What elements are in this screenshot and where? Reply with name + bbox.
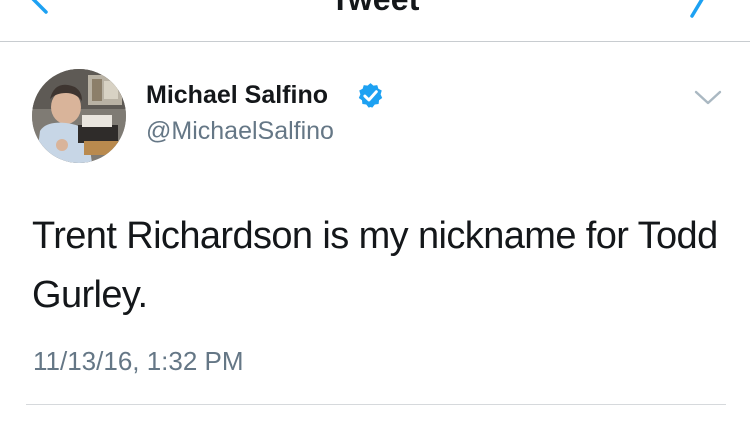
verified-badge-icon (358, 83, 383, 108)
navigation-bar: Tweet (0, 0, 750, 42)
author-handle[interactable]: @MichaelSalfino (146, 116, 334, 146)
chevron-down-icon[interactable] (692, 86, 724, 108)
tweet-timestamp: 11/13/16, 1:32 PM (33, 346, 244, 376)
page-title: Tweet (0, 0, 750, 15)
tweet-detail-screen: Tweet Michael Salfino @MichaelSalfino Tr… (0, 0, 750, 421)
avatar-photo (32, 69, 126, 163)
compose-icon[interactable] (680, 0, 720, 22)
tweet-text: Trent Richardson is my nickname for Todd… (32, 215, 718, 316)
divider (26, 404, 726, 405)
avatar[interactable] (32, 69, 126, 163)
author-display-name[interactable]: Michael Salfino (146, 80, 328, 110)
